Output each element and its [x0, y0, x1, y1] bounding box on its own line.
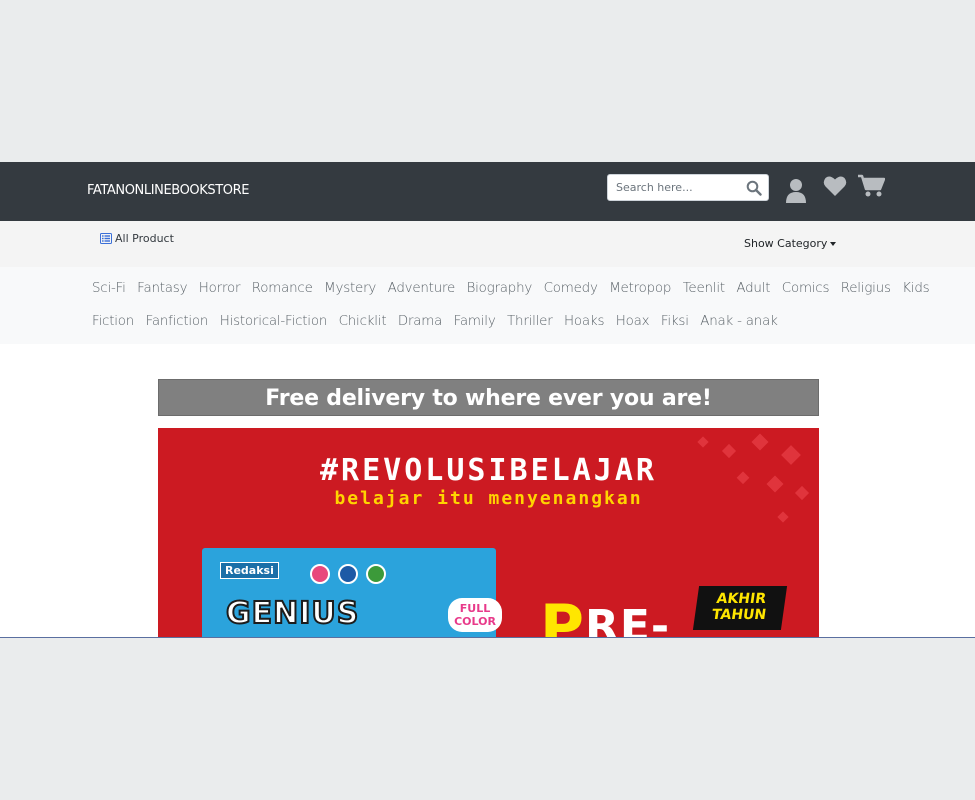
pre-order-text: PRE-: [540, 586, 671, 638]
pre-order-rest: RE-: [584, 601, 671, 638]
full-color-line1: FULL: [459, 602, 491, 615]
category-link[interactable]: Sci-Fi: [92, 281, 126, 296]
user-icon[interactable]: [785, 178, 807, 204]
category-link[interactable]: Historical-Fiction: [220, 314, 328, 329]
akhir-tahun-badge: AKHIR TAHUN: [692, 586, 788, 630]
free-delivery-banner: Free delivery to where ever you are!: [158, 379, 819, 416]
category-row-2: Fiction Fanfiction Historical-Fiction Ch…: [92, 314, 789, 329]
category-link[interactable]: Kids: [902, 281, 929, 296]
category-bar: Sci-Fi Fantasy Horror Romance Mystery Ad…: [0, 267, 975, 344]
heart-icon[interactable]: [823, 175, 847, 197]
book-cover: Redaksi GENIUS FULL COLOR: [202, 548, 502, 637]
category-link[interactable]: Comedy: [544, 281, 598, 296]
category-link[interactable]: Metropop: [609, 281, 671, 296]
category-link[interactable]: Mystery: [324, 281, 376, 296]
category-row-1: Sci-Fi Fantasy Horror Romance Mystery Ad…: [92, 281, 941, 296]
search-box: [607, 174, 769, 201]
category-link[interactable]: Hoaks: [564, 314, 604, 329]
badge-icon: [366, 564, 386, 584]
akhir-line1: AKHIR: [715, 591, 768, 607]
search-input[interactable]: [608, 175, 742, 200]
show-category-label: Show Category: [744, 237, 828, 250]
badge-icon: [310, 564, 330, 584]
category-link[interactable]: Family: [454, 314, 496, 329]
category-link[interactable]: Anak - anak: [700, 314, 778, 329]
list-icon: [100, 233, 112, 244]
category-link[interactable]: Teenlit: [683, 281, 725, 296]
category-link[interactable]: Hoax: [616, 314, 650, 329]
category-link[interactable]: Chicklit: [339, 314, 387, 329]
search-icon[interactable]: [746, 180, 762, 196]
category-link[interactable]: Fiction: [92, 314, 134, 329]
book-brand-label: Redaksi: [220, 562, 279, 579]
category-link[interactable]: Fantasy: [137, 281, 187, 296]
category-link[interactable]: Fiksi: [661, 314, 689, 329]
sub-navbar: All Product Show Category: [0, 221, 975, 267]
all-product-link[interactable]: All Product: [100, 232, 174, 245]
show-category-dropdown[interactable]: Show Category: [744, 237, 837, 250]
category-link[interactable]: Adventure: [388, 281, 456, 296]
brand-logo-link[interactable]: FATANONLINEBOOKSTORE: [87, 183, 249, 198]
promo-banner-image[interactable]: #REVOLUSIBELAJAR belajar itu menyenangka…: [158, 428, 819, 638]
cart-icon[interactable]: [858, 174, 885, 198]
book-title: GENIUS: [225, 595, 360, 632]
all-product-label: All Product: [115, 232, 174, 245]
full-color-badge: FULL COLOR: [448, 598, 502, 632]
pre-order-initial: P: [540, 592, 585, 638]
category-link[interactable]: Romance: [252, 281, 313, 296]
top-navbar: FATANONLINEBOOKSTORE: [0, 162, 975, 221]
promo-hashtag: #REVOLUSIBELAJAR: [320, 453, 657, 488]
category-link[interactable]: Religius: [841, 281, 891, 296]
category-link[interactable]: Fanfiction: [146, 314, 209, 329]
akhir-line2: TAHUN: [710, 607, 768, 623]
category-link[interactable]: Adult: [736, 281, 770, 296]
category-link[interactable]: Biography: [467, 281, 533, 296]
promo-tagline: belajar itu menyenangkan: [334, 488, 643, 509]
badge-icon: [338, 564, 358, 584]
category-link[interactable]: Thriller: [507, 314, 553, 329]
full-color-line2: COLOR: [454, 615, 496, 628]
caret-down-icon: [830, 242, 837, 246]
category-link[interactable]: Drama: [398, 314, 442, 329]
category-link[interactable]: Horror: [199, 281, 241, 296]
browser-viewport: FATANONLINEBOOKSTORE Search here... All …: [0, 162, 975, 638]
category-link[interactable]: Comics: [782, 281, 830, 296]
